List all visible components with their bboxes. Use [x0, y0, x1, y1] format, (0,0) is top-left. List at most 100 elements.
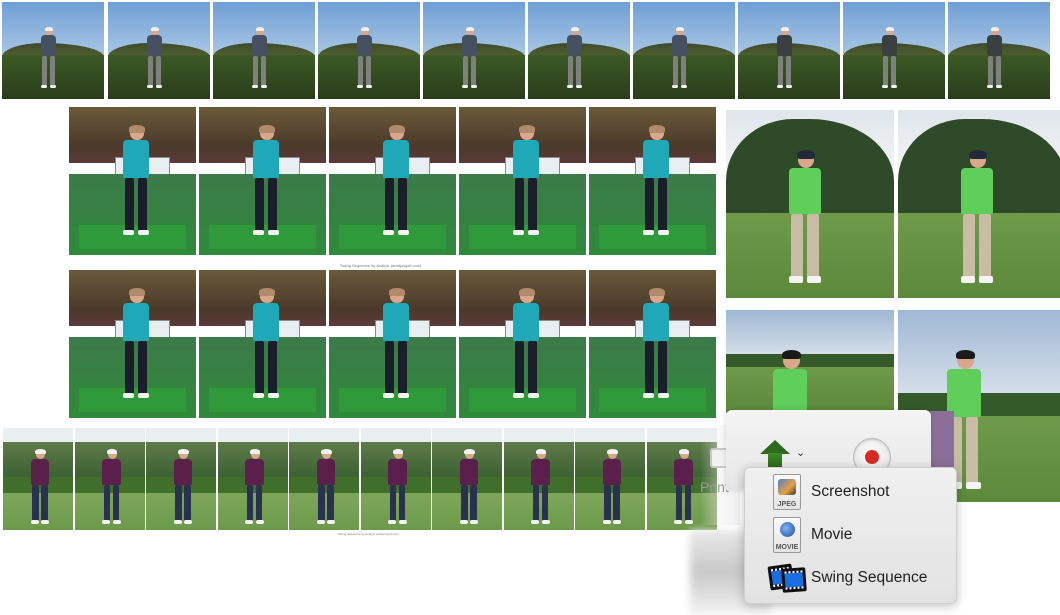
golfer-figure: [599, 448, 625, 528]
golfer-shoe: [397, 229, 410, 236]
swing-frame: [432, 428, 502, 530]
golfer-figure: [117, 125, 155, 241]
golfer-torso: [122, 140, 150, 179]
golfer-shoe: [398, 520, 407, 525]
golfer-cap: [796, 149, 816, 159]
golfer-cap: [249, 448, 261, 454]
golfer-cap: [255, 26, 265, 32]
export-button[interactable]: ⌄: [760, 440, 808, 470]
golfer-leg: [963, 214, 975, 279]
swing-frame: [74, 428, 145, 530]
menu-item-label: Screenshot: [811, 483, 890, 500]
menu-item-screenshot[interactable]: JPEG Screenshot: [745, 472, 956, 512]
golfer-cap: [464, 448, 475, 454]
golfer-leg: [890, 56, 896, 86]
golfer-leg: [791, 214, 803, 279]
golfer-torso: [672, 35, 687, 57]
jpeg-file-icon: JPEG: [773, 474, 801, 510]
golfer-cap: [678, 448, 690, 454]
swing-frame: [459, 270, 586, 418]
golfer-leg: [124, 341, 135, 395]
golfer-leg: [541, 485, 549, 522]
golfer-cap: [259, 125, 275, 133]
menu-item-label: Movie: [811, 526, 853, 543]
golfer-leg: [988, 56, 994, 86]
golfer-cap: [519, 288, 535, 296]
swing-frame: [3, 428, 73, 530]
golfer-torso: [122, 303, 150, 342]
golfer-figure: [637, 288, 675, 404]
swing-frame: [503, 428, 574, 530]
golfer-leg: [49, 56, 55, 86]
golfer-leg: [155, 56, 161, 86]
golfer-leg: [807, 214, 819, 279]
sequence-caption: Swing Sequence by Analyzr (analyzrgolf.c…: [340, 263, 422, 268]
golfer-shoe: [680, 84, 687, 88]
swing-frame: [329, 107, 456, 255]
golfer-leg: [246, 485, 254, 522]
golfer-shoe: [122, 392, 135, 399]
golfer-torso: [462, 35, 477, 57]
golfer-cap: [389, 288, 405, 296]
golfer-figure: [144, 26, 165, 91]
golfer-figure: [27, 448, 53, 528]
swing-frame: [108, 2, 210, 99]
golfer-leg: [398, 485, 406, 522]
golfer-torso: [674, 459, 693, 486]
golfer-shoe: [382, 229, 395, 236]
golfer-cap: [465, 26, 475, 32]
golfer-leg: [384, 341, 395, 395]
golfer-leg: [644, 341, 655, 395]
golfer-shoe: [777, 84, 784, 88]
golfer-shoe: [397, 392, 410, 399]
golfer-cap: [519, 125, 535, 133]
swing-frame: [2, 2, 104, 99]
golfer-shoe: [155, 84, 162, 88]
golfer-shoe: [960, 276, 975, 284]
golfer-shoe: [531, 520, 540, 525]
golfer-leg: [778, 56, 784, 86]
golfer-figure: [954, 149, 1000, 290]
golfer-cap: [129, 125, 145, 133]
golfer-torso: [245, 459, 264, 486]
golfer-leg: [175, 485, 182, 522]
golfer-cap: [955, 349, 975, 360]
golfer-shoe: [147, 84, 154, 88]
menu-item-movie[interactable]: MOVIE Movie: [745, 515, 956, 555]
golfer-leg: [137, 341, 148, 395]
chevron-down-icon[interactable]: ⌄: [796, 446, 805, 459]
golfer-shoe: [575, 84, 582, 88]
golfer-shoe: [112, 520, 121, 525]
swing-frame: [633, 2, 735, 99]
golfer-shoe: [388, 520, 397, 525]
golfer-leg: [103, 485, 111, 522]
swing-frame: [459, 107, 586, 255]
golfer-shoe: [327, 520, 336, 525]
golfer-cap: [885, 26, 895, 32]
swing-frame: [69, 107, 196, 255]
golfer-leg: [327, 485, 334, 522]
golfer-shoe: [173, 520, 182, 525]
golfer-figure: [528, 448, 554, 528]
golfer-torso: [102, 459, 121, 486]
golfer-leg: [470, 485, 477, 522]
golfer-leg: [184, 485, 191, 522]
golfer-shoe: [137, 229, 150, 236]
golfer-leg: [527, 178, 538, 232]
golfer-shoe: [684, 520, 693, 525]
golfer-figure: [313, 448, 339, 528]
golfer-shoe: [512, 229, 525, 236]
golfer-shoe: [382, 392, 395, 399]
golfer-shoe: [672, 84, 679, 88]
golfer-cap: [360, 26, 370, 32]
golfer-leg: [527, 341, 538, 395]
golfer-leg: [675, 485, 683, 522]
golfer-cap: [259, 288, 275, 296]
golfer-figure: [879, 26, 900, 91]
swing-frame: [213, 2, 315, 99]
golfer-leg: [785, 56, 791, 86]
menu-item-swing-sequence[interactable]: Swing Sequence: [745, 558, 956, 598]
golfer-shoe: [252, 392, 265, 399]
golfer-torso: [252, 303, 280, 342]
golfer-figure: [507, 288, 545, 404]
